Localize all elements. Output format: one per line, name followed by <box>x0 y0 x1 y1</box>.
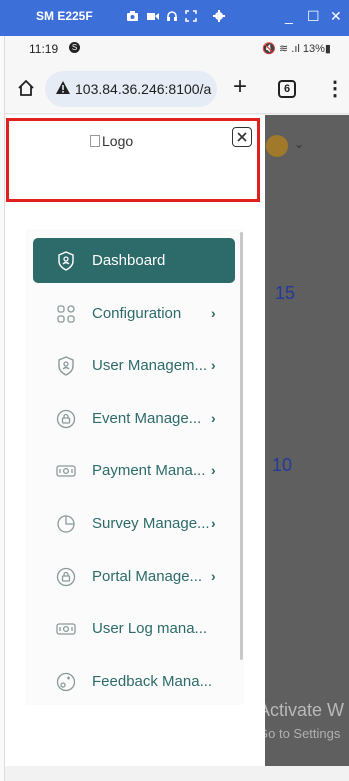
url-text[interactable]: 103.84.36.246:8100/a <box>75 81 213 97</box>
warning-icon[interactable] <box>55 80 71 100</box>
chevron-right-icon: › <box>211 357 216 373</box>
sidebar-item-configuration[interactable]: Configuration › <box>33 291 235 336</box>
chevron-down-icon[interactable]: ⌄ <box>294 137 304 151</box>
shield-user-icon <box>55 250 77 272</box>
lock-circle-icon <box>55 408 77 430</box>
sidebar-item-user-managem[interactable]: User Managem... › <box>33 343 235 388</box>
sidebar-item-payment-mana[interactable]: Payment Mana... › <box>33 448 235 493</box>
chevron-right-icon: › <box>211 410 216 426</box>
sidebar-item-label: Configuration <box>92 305 182 322</box>
chevron-right-icon: › <box>211 462 216 478</box>
address-bar[interactable]: 103.84.36.246:8100/a <box>45 71 217 107</box>
video-icon[interactable] <box>146 9 160 23</box>
new-tab-button[interactable]: + <box>233 73 247 101</box>
sidebar-item-portal-manage[interactable]: Portal Manage... › <box>33 554 235 599</box>
sidebar-item-feedback-mana[interactable]: Feedback Mana... <box>33 659 235 704</box>
close-drawer-button[interactable] <box>232 127 252 147</box>
status-right-icons: 🔇 ≋ .ıl 13%▮ <box>262 43 331 55</box>
fullscreen-icon[interactable] <box>185 9 199 23</box>
bottom-strip <box>5 766 349 781</box>
sidebar-item-label: Survey Manage... <box>92 515 210 532</box>
window-title-bar: SM E225F _ ☐ ✕ <box>0 0 349 36</box>
shield-user-icon <box>55 355 77 377</box>
window-close-button[interactable]: ✕ <box>330 8 342 25</box>
sidebar-item-event-manage[interactable]: Event Manage... › <box>33 396 235 441</box>
money-icon <box>55 460 77 482</box>
settings-gear-icon[interactable] <box>213 9 227 23</box>
sidebar-item-label: Dashboard <box>92 252 166 269</box>
sidebar-item-label: Event Manage... <box>92 410 202 427</box>
sidebar-item-user-log-mana[interactable]: User Log mana... <box>33 606 235 651</box>
tab-switcher-button[interactable]: 6 <box>278 80 296 98</box>
sidebar-item-label: Feedback Mana... <box>92 673 213 690</box>
close-icon <box>237 132 247 142</box>
windows-activation-hint: Go to Settings <box>258 726 341 741</box>
grid-config-icon <box>55 303 77 325</box>
stat-value: 15 <box>275 283 296 303</box>
chevron-right-icon: › <box>211 305 216 321</box>
broken-image-icon <box>90 135 100 147</box>
sidebar-item-label: User Managem... <box>92 357 208 374</box>
feedback-icon <box>55 671 77 693</box>
windows-activation-watermark: Activate W <box>258 700 345 720</box>
money-icon <box>55 618 77 640</box>
sidebar-scrollbar[interactable] <box>240 232 243 660</box>
window-minimize-button[interactable]: _ <box>285 8 293 24</box>
browser-menu-button[interactable]: ⋮ <box>325 76 345 101</box>
window-title: SM E225F <box>36 9 93 23</box>
headphones-icon[interactable] <box>166 9 180 23</box>
logo-alt-text: Logo <box>102 133 134 149</box>
phone-status-bar: 11:19 S 🔇 ≋ .ıl 13%▮ <box>5 36 349 62</box>
sidebar-item-survey-manage[interactable]: Survey Manage... › <box>33 501 235 546</box>
avatar[interactable] <box>266 135 288 157</box>
chevron-right-icon: › <box>211 515 216 531</box>
status-time: 11:19 <box>29 42 59 56</box>
pie-chart-icon <box>55 513 77 535</box>
sidebar-item-label: User Log mana... <box>92 620 208 637</box>
window-maximize-button[interactable]: ☐ <box>307 8 320 25</box>
sidebar-item-dashboard[interactable]: Dashboard <box>33 238 235 283</box>
camera-icon[interactable] <box>126 9 140 23</box>
chevron-right-icon: › <box>211 568 216 584</box>
home-icon[interactable] <box>17 79 35 102</box>
sidebar-item-label: Portal Manage... <box>92 568 203 585</box>
notification-badge-icon: S <box>69 42 80 53</box>
logo-image: Logo <box>90 133 133 149</box>
lock-circle-icon <box>55 566 77 588</box>
logo-header <box>6 118 260 202</box>
page-dim-overlay[interactable]: ⌄ 15 10 <box>260 115 349 766</box>
stat-value: 10 <box>272 455 293 475</box>
browser-toolbar: 103.84.36.246:8100/a + 6 ⋮ <box>5 62 349 114</box>
sidebar-item-label: Payment Mana... <box>92 462 206 479</box>
